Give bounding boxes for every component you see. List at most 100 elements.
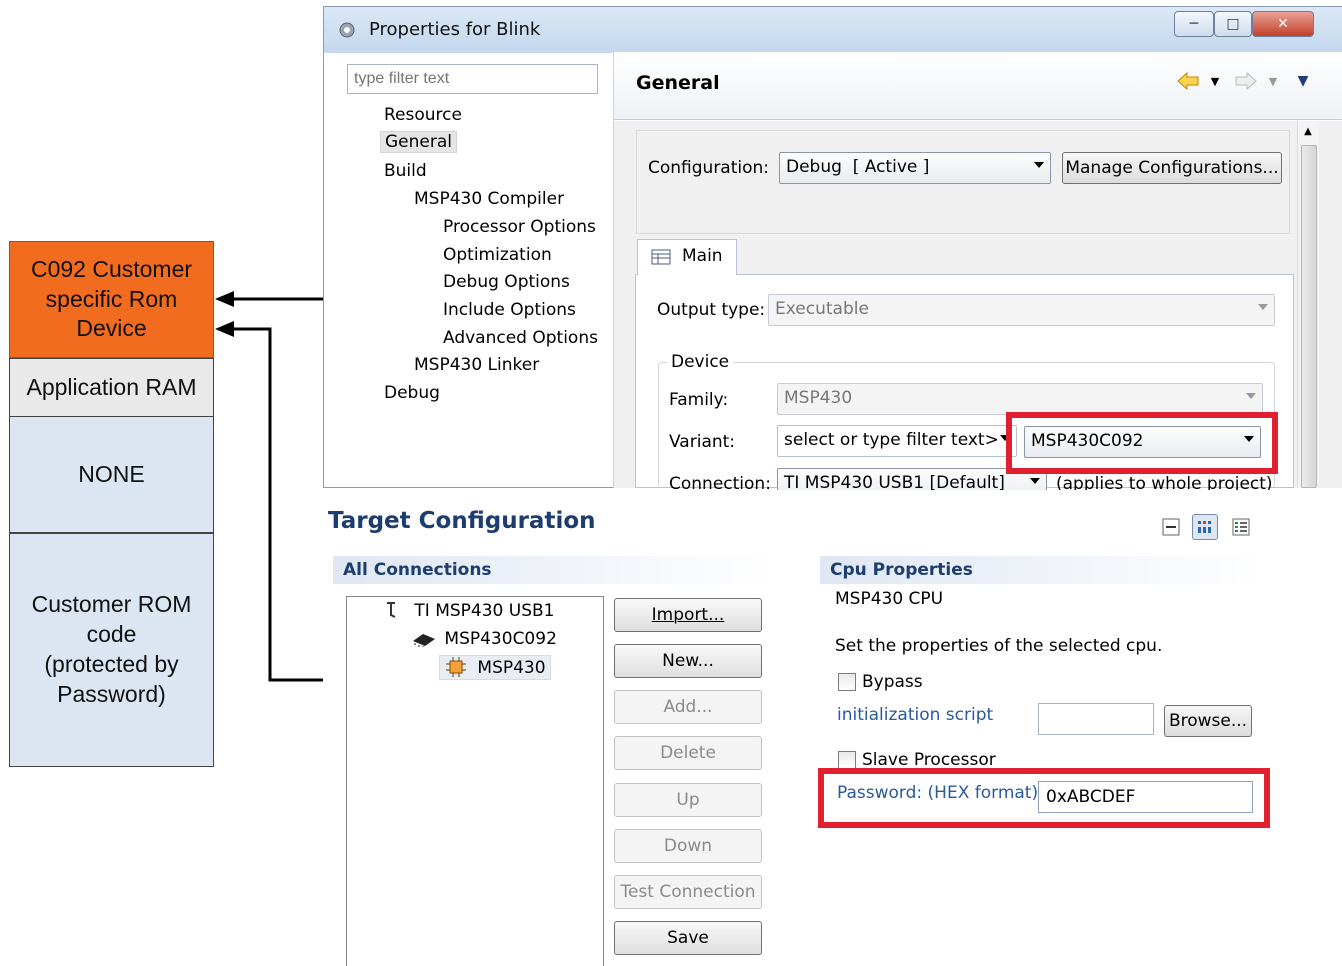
arrowhead-password	[215, 321, 234, 337]
tree-item-resource[interactable]: Resource	[384, 105, 462, 125]
add-button[interactable]: Add...	[614, 690, 762, 724]
device-group-label: Device	[667, 352, 734, 372]
scroll-up-icon[interactable]: ▲	[1301, 125, 1315, 137]
up-button-label: Up	[676, 790, 700, 810]
memory-block-rom-device: C092 Customer specific Rom Device	[9, 241, 214, 358]
tree-item-processor-options[interactable]: Processor Options	[443, 217, 596, 237]
delete-button[interactable]: Delete	[614, 736, 762, 770]
memory-block-customer-rom: Customer ROM code (protected by Password…	[9, 533, 214, 767]
manage-configurations-button[interactable]: Manage Configurations...	[1062, 152, 1282, 184]
close-icon: ✕	[1277, 16, 1289, 32]
tree-item-build[interactable]: Build	[384, 161, 427, 181]
memory-block-app-ram: Application RAM	[9, 358, 214, 417]
view-menu-icon[interactable]: ▼	[1294, 72, 1312, 90]
browse-button[interactable]: Browse...	[1164, 705, 1252, 737]
forward-menu-icon[interactable]: ▼	[1266, 74, 1280, 88]
probe-icon	[385, 601, 403, 619]
tree-item-msp430-linker[interactable]: MSP430 Linker	[414, 355, 539, 375]
highlight-variant	[1006, 412, 1278, 474]
target-configuration-title: Target Configuration	[328, 508, 596, 534]
down-button-label: Down	[663, 836, 713, 856]
cpu-properties-header: Cpu Properties	[820, 556, 1265, 584]
connector-arrows	[215, 291, 323, 682]
memory-block-label: Customer ROM code (protected by Password…	[31, 591, 192, 707]
tree-item-optimization[interactable]: Optimization	[443, 245, 552, 265]
chevron-down-icon	[1030, 478, 1040, 484]
maximize-icon: □	[1226, 16, 1240, 32]
back-menu-icon[interactable]: ▼	[1208, 74, 1222, 88]
output-type-dropdown[interactable]: Executable	[768, 294, 1275, 326]
gear-icon	[336, 19, 358, 41]
tree-item-debug[interactable]: Debug	[384, 383, 440, 403]
maximize-button[interactable]: □	[1214, 11, 1252, 37]
family-label: Family:	[669, 390, 729, 410]
table-icon	[651, 248, 671, 266]
view-basic-icon[interactable]	[1192, 514, 1218, 540]
tree-item-general[interactable]: General	[380, 131, 457, 153]
chip-icon	[411, 631, 437, 649]
arrow-line-password	[228, 327, 323, 682]
output-type-label: Output type:	[657, 300, 766, 320]
tree-node-cpu[interactable]: MSP430	[439, 655, 551, 680]
highlight-password	[818, 768, 1270, 828]
connections-tree[interactable]: TI MSP430 USB1 MSP430C092 MSP430	[346, 596, 604, 966]
save-button[interactable]: Save	[614, 921, 762, 955]
configuration-dropdown[interactable]: Debug [ Active ]	[779, 152, 1051, 184]
new-button[interactable]: New...	[614, 644, 762, 678]
title-bar[interactable]: Properties for Blink ─ □ ✕	[324, 7, 1342, 53]
cpu-icon	[444, 657, 468, 677]
up-button[interactable]: Up	[614, 783, 762, 817]
tree-item-include-options[interactable]: Include Options	[443, 300, 576, 320]
save-button-label: Save	[667, 928, 709, 948]
configuration-label: Configuration:	[648, 158, 770, 178]
memory-block-none: NONE	[9, 417, 214, 533]
add-button-label: Add...	[663, 697, 713, 717]
tab-main-label: Main	[682, 246, 723, 266]
slave-processor-label: Slave Processor	[862, 750, 996, 770]
test-connection-button-label: Test Connection	[620, 882, 756, 902]
memory-block-label: NONE	[78, 460, 145, 487]
collapse-icon[interactable]	[1160, 516, 1182, 538]
import-button-label: Import...	[651, 605, 725, 625]
family-dropdown[interactable]: MSP430	[777, 383, 1263, 415]
all-connections-header: All Connections	[333, 556, 776, 584]
tree-node-device[interactable]: MSP430C092	[411, 629, 557, 649]
minimize-button[interactable]: ─	[1174, 11, 1214, 37]
tree-item-msp430-compiler[interactable]: MSP430 Compiler	[414, 189, 564, 209]
tab-main[interactable]: Main	[637, 239, 737, 275]
configuration-value: Debug [ Active ]	[786, 157, 930, 177]
tree-node-label: TI MSP430 USB1	[414, 601, 555, 621]
tree-item-advanced-options[interactable]: Advanced Options	[443, 328, 598, 348]
window-title: Properties for Blink	[369, 19, 541, 40]
filter-input[interactable]	[347, 64, 598, 94]
import-button[interactable]: Import...	[614, 598, 762, 632]
memory-block-label: Application RAM	[26, 373, 197, 400]
delete-button-label: Delete	[660, 743, 716, 763]
slave-processor-checkbox[interactable]	[838, 751, 856, 769]
variant-filter-dropdown[interactable]: select or type filter text>	[777, 425, 1017, 457]
family-value: MSP430	[784, 388, 853, 408]
test-connection-button[interactable]: Test Connection	[614, 875, 762, 909]
down-button[interactable]: Down	[614, 829, 762, 863]
close-button[interactable]: ✕	[1252, 11, 1314, 37]
output-type-value: Executable	[775, 299, 869, 319]
view-advanced-icon[interactable]	[1230, 516, 1252, 538]
initialization-script-input[interactable]	[1038, 703, 1154, 735]
tree-item-debug-options[interactable]: Debug Options	[443, 272, 570, 292]
bypass-label: Bypass	[862, 672, 923, 692]
scroll-thumb[interactable]	[1301, 145, 1317, 488]
cpu-name: MSP430 CPU	[835, 589, 944, 609]
vertical-scrollbar[interactable]: ▲	[1297, 121, 1319, 488]
forward-arrow-icon[interactable]	[1234, 70, 1258, 92]
new-button-label: New...	[662, 651, 714, 671]
variant-filter-text: select or type filter text>	[784, 430, 999, 450]
chevron-down-icon	[1246, 393, 1256, 399]
minimize-icon: ─	[1189, 16, 1199, 32]
tree-node-label: MSP430	[477, 658, 546, 678]
bypass-checkbox[interactable]	[838, 673, 856, 691]
variant-label: Variant:	[669, 432, 736, 452]
page-header	[614, 52, 1342, 120]
back-arrow-icon[interactable]	[1176, 70, 1200, 92]
tree-node-probe[interactable]: TI MSP430 USB1	[385, 601, 554, 621]
cpu-instructions: Set the properties of the selected cpu.	[835, 636, 1163, 656]
